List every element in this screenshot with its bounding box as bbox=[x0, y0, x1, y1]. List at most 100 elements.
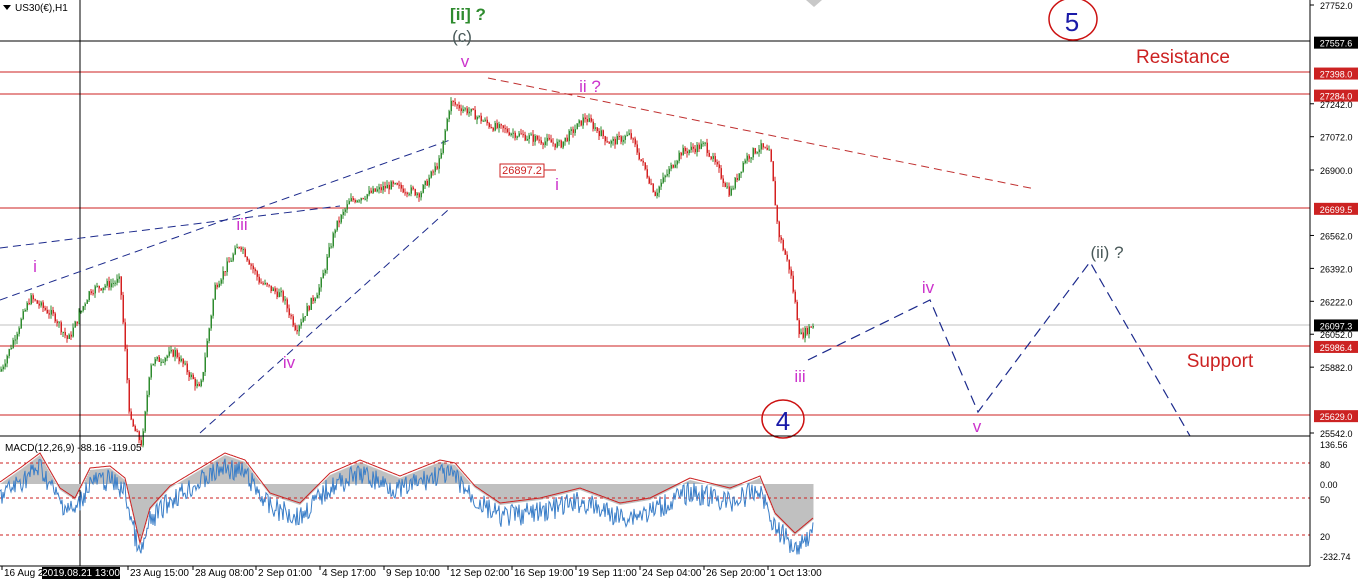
candle-body bbox=[434, 166, 436, 172]
candle-body bbox=[210, 315, 212, 329]
wave-label: iii bbox=[236, 215, 247, 234]
candle-body bbox=[248, 260, 250, 265]
candle-body bbox=[412, 187, 414, 190]
time-tick-label: 28 Aug 08:00 bbox=[195, 568, 254, 579]
candle-body bbox=[562, 141, 564, 148]
candle-body bbox=[406, 192, 408, 195]
candle-body bbox=[688, 149, 690, 154]
candle-body bbox=[668, 168, 670, 174]
candle-body bbox=[352, 198, 354, 201]
price-tick-label: 26222.0 bbox=[1320, 297, 1353, 307]
candle-body bbox=[188, 372, 190, 378]
candle-body bbox=[360, 198, 362, 201]
candle-body bbox=[372, 188, 374, 193]
candle-body bbox=[364, 198, 366, 200]
candle-body bbox=[804, 327, 806, 338]
candle-body bbox=[574, 129, 576, 133]
candle-body bbox=[662, 177, 664, 183]
candle-body bbox=[142, 431, 144, 446]
candle-body bbox=[232, 254, 234, 261]
price-level-tag-label: 27398.0 bbox=[1320, 70, 1353, 80]
candle-body bbox=[310, 297, 312, 310]
candle-body bbox=[420, 192, 422, 198]
candle-body bbox=[20, 318, 22, 329]
candle-body bbox=[518, 133, 520, 137]
candle-body bbox=[36, 300, 38, 304]
candle-body bbox=[198, 383, 200, 387]
candle-body bbox=[260, 282, 262, 284]
candle-body bbox=[276, 291, 278, 298]
candle-body bbox=[800, 332, 802, 335]
candle-body bbox=[304, 316, 306, 318]
candle-body bbox=[722, 178, 724, 184]
candle-body bbox=[286, 299, 288, 309]
candle-body bbox=[34, 299, 36, 301]
candle-body bbox=[158, 356, 160, 362]
candle-body bbox=[764, 147, 766, 149]
candle-body bbox=[278, 292, 280, 298]
wave-label: ii ? bbox=[579, 77, 601, 96]
candle-body bbox=[642, 160, 644, 163]
candle-body bbox=[386, 184, 388, 189]
candle-body bbox=[22, 311, 24, 319]
candle-body bbox=[90, 291, 92, 294]
candle-body bbox=[766, 147, 768, 150]
candle-body bbox=[736, 177, 738, 180]
candle-body bbox=[448, 111, 450, 120]
symbol-title: US30(€),H1 bbox=[15, 3, 68, 14]
candle-body bbox=[538, 139, 540, 141]
wave-label: 5 bbox=[1065, 7, 1079, 37]
price-tick-label: 27752.0 bbox=[1320, 1, 1353, 11]
candle-body bbox=[192, 374, 194, 379]
candle-body bbox=[466, 108, 468, 114]
candle-body bbox=[748, 155, 750, 159]
candle-body bbox=[350, 198, 352, 202]
candle-body bbox=[502, 125, 504, 129]
candle-body bbox=[288, 308, 290, 316]
candle-body bbox=[450, 100, 452, 112]
candle-body bbox=[656, 192, 658, 196]
candle-body bbox=[746, 155, 748, 161]
crosshair-time-label: 2019.08.21 13:00 bbox=[42, 568, 120, 579]
candle-body bbox=[482, 120, 484, 122]
price-tick-label: 26052.0 bbox=[1320, 330, 1353, 340]
candle-body bbox=[74, 321, 76, 328]
candle-body bbox=[338, 220, 340, 223]
candle-body bbox=[162, 361, 164, 363]
candle-body bbox=[196, 383, 198, 387]
candle-body bbox=[638, 152, 640, 160]
candle-body bbox=[392, 181, 394, 184]
candle-body bbox=[544, 141, 546, 145]
candle-body bbox=[238, 247, 240, 249]
candle-body bbox=[244, 249, 246, 257]
wave-label: i bbox=[33, 257, 37, 276]
chart-window[interactable]: Resistance Support [ii] ? (c) v ii ? i i… bbox=[0, 0, 1362, 583]
candle-body bbox=[472, 108, 474, 110]
candle-body bbox=[346, 204, 348, 210]
candle-body bbox=[428, 177, 430, 186]
candle-body bbox=[600, 130, 602, 137]
candle-body bbox=[394, 183, 396, 185]
wave-label: [ii] ? bbox=[450, 5, 486, 24]
price-level-tag-label: 27284.0 bbox=[1320, 92, 1353, 102]
candle-body bbox=[706, 142, 708, 153]
candle-body bbox=[64, 332, 66, 336]
chart-canvas[interactable]: Resistance Support [ii] ? (c) v ii ? i i… bbox=[0, 0, 1362, 583]
candle-body bbox=[810, 326, 812, 328]
candle-body bbox=[398, 184, 400, 186]
candle-body bbox=[774, 181, 776, 206]
candle-body bbox=[808, 326, 810, 335]
wave-label: (c) bbox=[452, 27, 472, 46]
candle-body bbox=[528, 135, 530, 139]
candle-body bbox=[752, 148, 754, 158]
candle-body bbox=[136, 431, 138, 433]
candle-body bbox=[214, 284, 216, 300]
candle-body bbox=[46, 309, 48, 314]
candle-body bbox=[212, 299, 214, 316]
wave-label: v bbox=[461, 52, 470, 71]
candle-body bbox=[202, 372, 204, 381]
candle-body bbox=[236, 247, 238, 249]
candle-body bbox=[512, 132, 514, 134]
candle-body bbox=[216, 284, 218, 288]
candle-body bbox=[570, 129, 572, 131]
